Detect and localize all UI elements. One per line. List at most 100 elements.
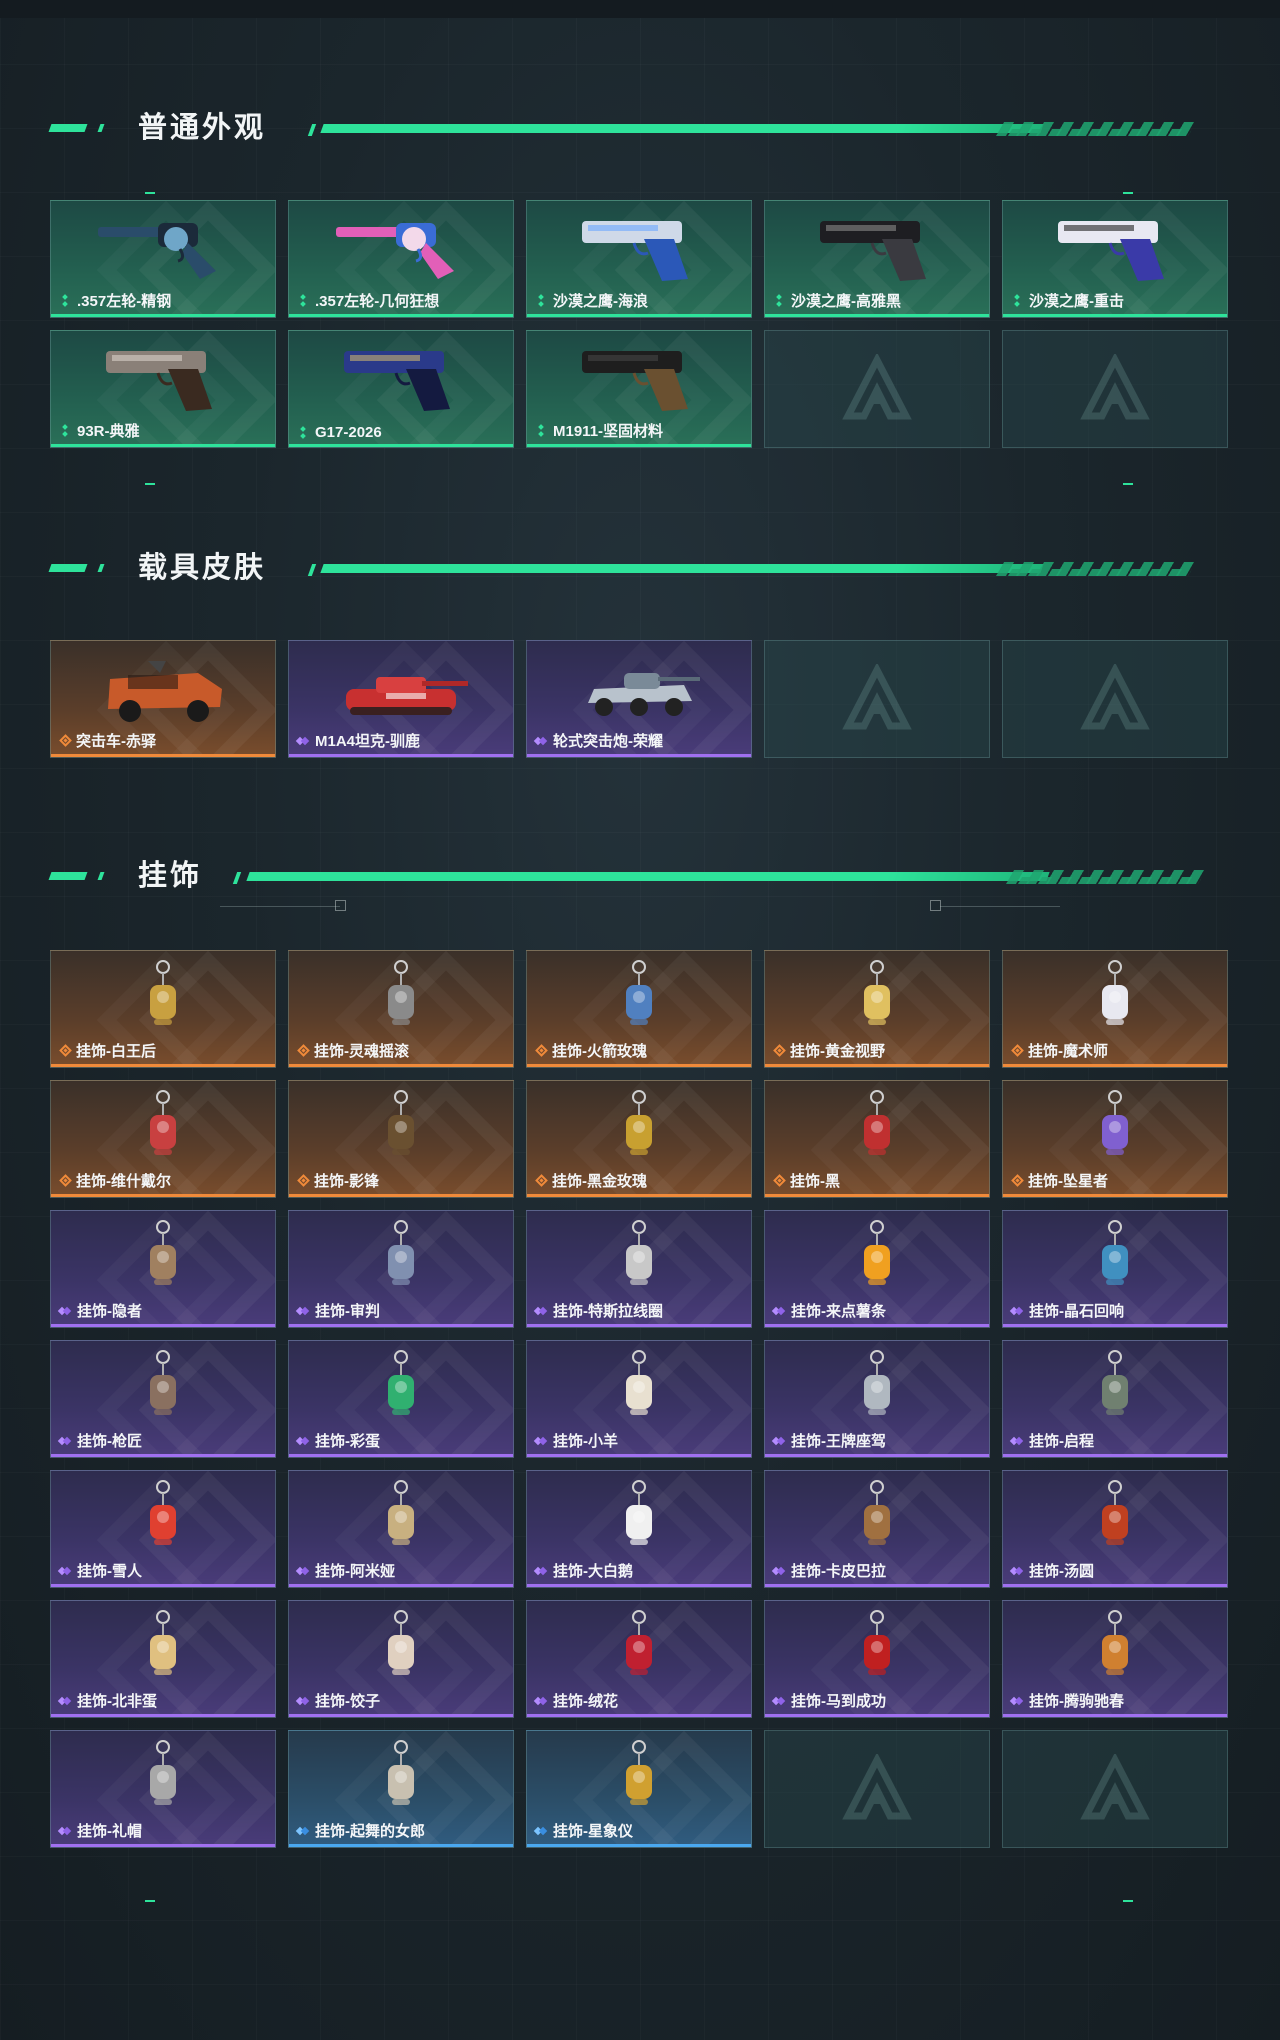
rarity-bar — [51, 1324, 275, 1327]
weapon-skin-card[interactable]: 93R-典雅 — [50, 330, 276, 448]
rarity-bar — [527, 314, 751, 317]
rarity-purple-icon — [773, 1435, 785, 1447]
weapon-skin-card[interactable]: 沙漠之鹰-高雅黑 — [764, 200, 990, 318]
item-name: 挂饰-黄金视野 — [790, 1043, 885, 1060]
charm-icon — [564, 1479, 714, 1557]
charm-icon — [564, 1089, 714, 1167]
pistol-icon — [802, 209, 952, 287]
charm-card[interactable]: 挂饰-黄金视野 — [764, 950, 990, 1068]
section-header-charms: 挂饰 — [48, 858, 1205, 894]
rarity-bar — [289, 314, 513, 317]
charm-card[interactable]: 挂饰-影锋 — [288, 1080, 514, 1198]
weapon-skin-card[interactable]: .357左轮-几何狂想 — [288, 200, 514, 318]
item-name: M1A4坦克-驯鹿 — [315, 733, 421, 750]
charm-card[interactable]: 挂饰-阿米娅 — [288, 1470, 514, 1588]
charm-card[interactable]: 挂饰-礼帽 — [50, 1730, 276, 1848]
rarity-orange-icon — [535, 1174, 548, 1187]
charm-card[interactable]: 挂饰-小羊 — [526, 1340, 752, 1458]
weapon-skin-card[interactable]: 沙漠之鹰-重击 — [1002, 200, 1228, 318]
weapon-skin-card[interactable]: 沙漠之鹰-海浪 — [526, 200, 752, 318]
charm-card[interactable]: 挂饰-魔术师 — [1002, 950, 1228, 1068]
item-name: 挂饰-启程 — [1029, 1433, 1094, 1450]
charm-card[interactable]: 挂饰-卡皮巴拉 — [764, 1470, 990, 1588]
charm-card[interactable]: 挂饰-隐者 — [50, 1210, 276, 1328]
rarity-purple-icon — [297, 1695, 309, 1707]
delta-logo-icon — [842, 662, 912, 734]
rarity-bar — [527, 1194, 751, 1197]
charm-card[interactable]: 挂饰-坠星者 — [1002, 1080, 1228, 1198]
item-name: 挂饰-阿米娅 — [315, 1563, 395, 1580]
charm-card[interactable]: 挂饰-白王后 — [50, 950, 276, 1068]
rarity-green-icon — [297, 295, 309, 307]
charm-card[interactable]: 挂饰-晶石回响 — [1002, 1210, 1228, 1328]
rarity-purple-icon — [1011, 1565, 1023, 1577]
charm-icon — [1040, 1349, 1190, 1427]
rarity-purple-icon — [297, 735, 309, 747]
item-name: 挂饰-礼帽 — [77, 1823, 142, 1840]
vehicle-skin-card[interactable]: 轮式突击炮-荣耀 — [526, 640, 752, 758]
charm-card[interactable]: 挂饰-来点薯条 — [764, 1210, 990, 1328]
rarity-bar — [51, 314, 275, 317]
charm-card[interactable]: 挂饰-星象仪 — [526, 1730, 752, 1848]
charm-icon — [802, 1479, 952, 1557]
rarity-bar — [289, 1064, 513, 1067]
rarity-bar — [51, 1194, 275, 1197]
rarity-bar — [51, 444, 275, 447]
item-label: .357左轮-精钢 — [59, 290, 171, 311]
charm-icon — [802, 959, 952, 1037]
rarity-orange-icon — [59, 1044, 72, 1057]
charm-card[interactable]: 挂饰-火箭玫瑰 — [526, 950, 752, 1068]
item-name: 挂饰-北非蛋 — [77, 1693, 157, 1710]
charm-card[interactable]: 挂饰-马到成功 — [764, 1600, 990, 1718]
rarity-purple-icon — [535, 1565, 547, 1577]
vehicle-skin-card[interactable]: M1A4坦克-驯鹿 — [288, 640, 514, 758]
charm-card[interactable]: 挂饰-汤圆 — [1002, 1470, 1228, 1588]
header-checker — [997, 569, 1193, 576]
charm-card[interactable]: 挂饰-维什戴尔 — [50, 1080, 276, 1198]
corner-tick — [1123, 192, 1133, 194]
charm-card[interactable]: 挂饰-枪匠 — [50, 1340, 276, 1458]
charm-card[interactable]: 挂饰-北非蛋 — [50, 1600, 276, 1718]
item-label: 沙漠之鹰-重击 — [1011, 290, 1124, 311]
charm-card[interactable]: 挂饰-饺子 — [288, 1600, 514, 1718]
item-label: 挂饰-黄金视野 — [773, 1040, 885, 1061]
charm-card[interactable]: 挂饰-起舞的女郎 — [288, 1730, 514, 1848]
charm-card[interactable]: 挂饰-腾驹驰春 — [1002, 1600, 1228, 1718]
charm-card[interactable]: 挂饰-彩蛋 — [288, 1340, 514, 1458]
item-name: 挂饰-大白鹅 — [553, 1563, 633, 1580]
charm-card[interactable]: 挂饰-大白鹅 — [526, 1470, 752, 1588]
item-label: 挂饰-坠星者 — [1011, 1170, 1108, 1191]
charm-card[interactable]: 挂饰-王牌座驾 — [764, 1340, 990, 1458]
charm-card[interactable]: 挂饰-启程 — [1002, 1340, 1228, 1458]
empty-slot — [764, 330, 990, 448]
charm-card[interactable]: 挂饰-黑金玫瑰 — [526, 1080, 752, 1198]
weapon-skin-card[interactable]: G17-2026 — [288, 330, 514, 448]
charm-card[interactable]: 挂饰-雪人 — [50, 1470, 276, 1588]
charm-icon — [88, 1739, 238, 1817]
charm-card[interactable]: 挂饰-审判 — [288, 1210, 514, 1328]
rarity-orange-icon — [535, 1044, 548, 1057]
item-label: 挂饰-起舞的女郎 — [297, 1820, 425, 1841]
weapon-skin-card[interactable]: .357左轮-精钢 — [50, 200, 276, 318]
charm-icon — [326, 1349, 476, 1427]
charm-icon — [88, 1089, 238, 1167]
rarity-blue-icon — [535, 1825, 547, 1837]
weapon-skin-card[interactable]: M1911-坚固材料 — [526, 330, 752, 448]
charm-icon — [326, 1219, 476, 1297]
charm-card[interactable]: 挂饰-特斯拉线圈 — [526, 1210, 752, 1328]
item-name: 挂饰-马到成功 — [791, 1693, 886, 1710]
rarity-bar — [527, 1844, 751, 1847]
rarity-bar — [1003, 1324, 1227, 1327]
charm-card[interactable]: 挂饰-黑 — [764, 1080, 990, 1198]
item-name: 挂饰-枪匠 — [77, 1433, 142, 1450]
item-label: M1A4坦克-驯鹿 — [297, 730, 420, 751]
item-name: 挂饰-王牌座驾 — [791, 1433, 886, 1450]
item-label: 挂饰-来点薯条 — [773, 1300, 886, 1321]
section-title: 普通外观 — [138, 112, 267, 144]
vehicle-skin-card[interactable]: 突击车-赤驿 — [50, 640, 276, 758]
delta-logo-icon — [842, 352, 912, 424]
charm-icon — [1040, 1609, 1190, 1687]
rarity-purple-icon — [297, 1565, 309, 1577]
charm-card[interactable]: 挂饰-绒花 — [526, 1600, 752, 1718]
charm-card[interactable]: 挂饰-灵魂摇滚 — [288, 950, 514, 1068]
